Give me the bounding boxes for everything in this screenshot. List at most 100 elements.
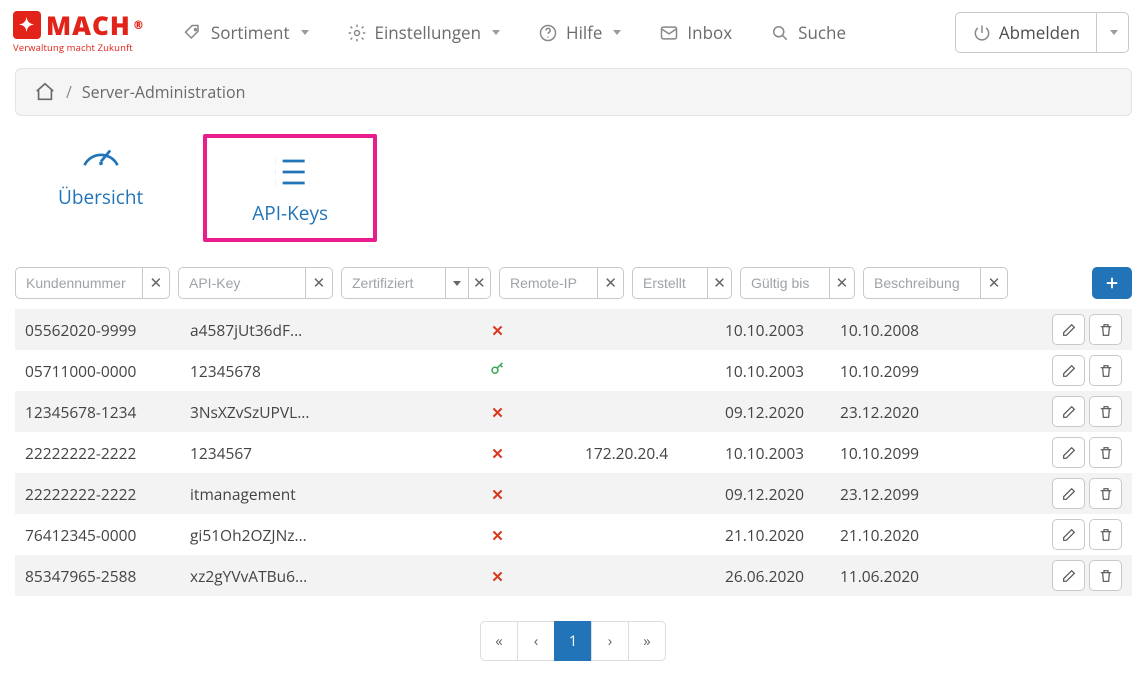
breadcrumb-sep <box>66 81 72 103</box>
filter-remoteip: ✕ <box>499 267 624 299</box>
cell-kundennummer: 05562020-9999 <box>15 309 180 350</box>
nav-einstellungen[interactable]: Einstellungen <box>333 14 515 51</box>
table-row: 12345678-12343NsXZvSzUPVL...✕09.12.20202… <box>15 391 1132 432</box>
edit-button[interactable] <box>1052 437 1085 468</box>
filter-dropdown[interactable] <box>445 268 467 298</box>
page-next[interactable]: › <box>591 621 629 661</box>
nav-inbox[interactable]: Inbox <box>645 14 746 51</box>
filter-clear[interactable]: ✕ <box>707 268 731 298</box>
filter-erstellt: ✕ <box>632 267 732 299</box>
delete-button[interactable] <box>1089 314 1122 345</box>
filter-apikey-input[interactable] <box>179 268 305 298</box>
logout-label: Abmelden <box>999 21 1080 44</box>
delete-button[interactable] <box>1089 560 1122 591</box>
filter-zertifiziert: ✕ <box>341 267 491 299</box>
nav-sortiment[interactable]: Sortiment <box>169 14 323 51</box>
cell-beschreibung <box>945 350 1042 391</box>
edit-button[interactable] <box>1052 396 1085 427</box>
cell-remoteip <box>575 309 715 350</box>
filter-clear[interactable]: ✕ <box>468 268 490 298</box>
breadcrumb-current[interactable]: Server-Administration <box>82 81 246 103</box>
tab-overview-label: Übersicht <box>58 184 143 210</box>
cell-zertifiziert: ✕ <box>420 309 575 350</box>
cell-zertifiziert: ✕ <box>420 555 575 596</box>
edit-button[interactable] <box>1052 355 1085 386</box>
caret-icon <box>301 30 309 35</box>
cell-kundennummer: 12345678-1234 <box>15 391 180 432</box>
cell-apikey: 3NsXZvSzUPVL... <box>180 391 420 432</box>
filter-beschreibung-input[interactable] <box>864 268 980 298</box>
filter-clear[interactable]: ✕ <box>142 268 169 298</box>
filter-kundennummer-input[interactable] <box>16 268 142 298</box>
cell-erstellt: 09.12.2020 <box>715 391 830 432</box>
nav-suche-label: Suche <box>798 21 846 44</box>
caret-icon <box>492 30 500 35</box>
cell-zertifiziert: ✕ <box>420 432 575 473</box>
tag-icon <box>183 23 203 43</box>
table-row: 76412345-0000gi51Oh2OZJNz...✕21.10.20202… <box>15 514 1132 555</box>
logout-button[interactable]: Abmelden <box>955 12 1097 53</box>
table-row: 22222222-22221234567✕172.20.20.410.10.20… <box>15 432 1132 473</box>
cell-zertifiziert: ✕ <box>420 473 575 514</box>
cell-kundennummer: 76412345-0000 <box>15 514 180 555</box>
filter-clear[interactable]: ✕ <box>305 268 332 298</box>
filter-beschreibung: ✕ <box>863 267 1008 299</box>
filter-remoteip-input[interactable] <box>500 268 597 298</box>
edit-button[interactable] <box>1052 519 1085 550</box>
cell-erstellt: 26.06.2020 <box>715 555 830 596</box>
x-icon: ✕ <box>491 526 504 546</box>
apikey-table: 05562020-9999a4587jUt36dF...✕10.10.20031… <box>15 309 1132 596</box>
delete-button[interactable] <box>1089 478 1122 509</box>
delete-button[interactable] <box>1089 519 1122 550</box>
delete-button[interactable] <box>1089 396 1122 427</box>
delete-button[interactable] <box>1089 355 1122 386</box>
filter-erstellt-input[interactable] <box>633 268 707 298</box>
cell-beschreibung <box>945 555 1042 596</box>
help-icon <box>538 23 558 43</box>
edit-button[interactable] <box>1052 314 1085 345</box>
list-icon <box>268 150 312 194</box>
cell-beschreibung <box>945 391 1042 432</box>
key-icon <box>489 360 507 382</box>
tab-overview[interactable]: Übersicht <box>58 134 143 242</box>
filter-clear[interactable]: ✕ <box>597 268 623 298</box>
page-prev[interactable]: ‹ <box>517 621 555 661</box>
filter-zertifiziert-input[interactable] <box>342 268 445 298</box>
cell-erstellt: 10.10.2003 <box>715 350 830 391</box>
nav-hilfe-label: Hilfe <box>566 21 602 44</box>
caret-icon <box>1110 30 1118 35</box>
cell-gueltig: 11.06.2020 <box>830 555 945 596</box>
cell-erstellt: 10.10.2003 <box>715 432 830 473</box>
edit-button[interactable] <box>1052 478 1085 509</box>
tab-apikeys[interactable]: API-Keys <box>203 134 377 242</box>
mail-icon <box>659 23 679 43</box>
cell-apikey: gi51Oh2OZJNz... <box>180 514 420 555</box>
delete-button[interactable] <box>1089 437 1122 468</box>
tab-bar: Übersicht API-Keys <box>3 116 1144 267</box>
page-first[interactable]: « <box>480 621 518 661</box>
filter-gueltig-input[interactable] <box>741 268 829 298</box>
nav-hilfe[interactable]: Hilfe <box>524 14 635 51</box>
filter-kundennummer: ✕ <box>15 267 170 299</box>
home-icon[interactable] <box>34 81 56 103</box>
logout-dropdown[interactable] <box>1097 12 1129 53</box>
filter-clear[interactable]: ✕ <box>829 268 854 298</box>
add-button[interactable] <box>1092 267 1132 299</box>
cell-kundennummer: 85347965-2588 <box>15 555 180 596</box>
pagination: « ‹ 1 › » <box>3 621 1144 661</box>
cell-remoteip <box>575 555 715 596</box>
cell-gueltig: 10.10.2099 <box>830 350 945 391</box>
cell-apikey: xz2gYVvATBu6... <box>180 555 420 596</box>
filter-clear[interactable]: ✕ <box>980 268 1007 298</box>
page-current[interactable]: 1 <box>554 621 592 661</box>
x-icon: ✕ <box>491 403 504 423</box>
cell-beschreibung <box>945 514 1042 555</box>
main-nav: Sortiment Einstellungen Hilfe Inbox Such… <box>169 14 860 51</box>
page-last[interactable]: » <box>628 621 666 661</box>
cell-remoteip <box>575 473 715 514</box>
edit-button[interactable] <box>1052 560 1085 591</box>
nav-suche[interactable]: Suche <box>756 14 860 51</box>
cell-remoteip <box>575 514 715 555</box>
cell-remoteip: 172.20.20.4 <box>575 432 715 473</box>
table-row: 85347965-2588xz2gYVvATBu6...✕ 26.06.20201… <box>15 555 1132 596</box>
